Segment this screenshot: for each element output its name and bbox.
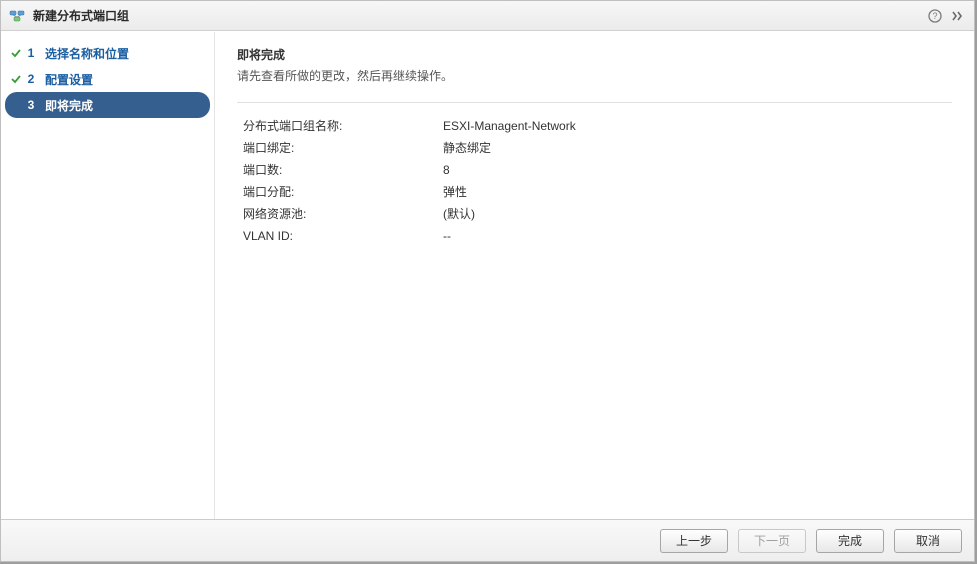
summary-row-port-binding: 端口绑定: 静态绑定 — [237, 137, 952, 159]
wizard-steps: 1 选择名称和位置 2 配置设置 3 即将完成 — [1, 32, 214, 519]
summary-key: VLAN ID: — [243, 225, 443, 247]
page-title: 即将完成 — [237, 46, 952, 63]
summary-row-vlan-id: VLAN ID: -- — [237, 225, 952, 247]
titlebar: 新建分布式端口组 ? — [1, 1, 974, 31]
finish-button[interactable]: 完成 — [816, 529, 884, 553]
summary-row-port-count: 端口数: 8 — [237, 159, 952, 181]
summary-key: 端口绑定: — [243, 137, 443, 159]
summary-row-port-group-name: 分布式端口组名称: ESXI-Managent-Network — [237, 115, 952, 137]
summary-value: -- — [443, 225, 451, 247]
summary-key: 分布式端口组名称: — [243, 115, 443, 137]
summary-panel: 即将完成 请先查看所做的更改，然后再继续操作。 分布式端口组名称: ESXI-M… — [215, 32, 974, 519]
wizard-window: 新建分布式端口组 ? 1 选择名称和位置 — [0, 0, 975, 562]
check-icon — [9, 47, 23, 59]
step-2-configure-settings[interactable]: 2 配置设置 — [1, 66, 214, 92]
summary-key: 网络资源池: — [243, 203, 443, 225]
help-button[interactable]: ? — [926, 7, 944, 25]
horizontal-divider — [237, 102, 952, 103]
step-number: 3 — [23, 98, 39, 112]
summary-value: 静态绑定 — [443, 137, 491, 159]
cancel-button[interactable]: 取消 — [894, 529, 962, 553]
svg-text:?: ? — [932, 11, 937, 21]
step-label: 即将完成 — [45, 97, 93, 114]
step-label: 选择名称和位置 — [45, 45, 129, 62]
check-icon — [9, 73, 23, 85]
step-number: 2 — [23, 72, 39, 86]
step-3-ready-to-complete: 3 即将完成 — [5, 92, 210, 118]
step-1-select-name-location[interactable]: 1 选择名称和位置 — [1, 40, 214, 66]
summary-row-network-resource-pool: 网络资源池: (默认) — [237, 203, 952, 225]
wizard-footer: 上一步 下一页 完成 取消 — [1, 519, 974, 561]
next-button: 下一页 — [738, 529, 806, 553]
window-title: 新建分布式端口组 — [33, 7, 922, 24]
summary-value: (默认) — [443, 203, 475, 225]
summary-value: ESXI-Managent-Network — [443, 115, 576, 137]
expand-right-button[interactable] — [948, 7, 966, 25]
summary-value: 8 — [443, 159, 450, 181]
summary-row-port-allocation: 端口分配: 弹性 — [237, 181, 952, 203]
summary-value: 弹性 — [443, 181, 467, 203]
summary-key: 端口分配: — [243, 181, 443, 203]
port-group-icon — [9, 8, 25, 24]
step-number: 1 — [23, 46, 39, 60]
step-label: 配置设置 — [45, 71, 93, 88]
summary-key: 端口数: — [243, 159, 443, 181]
page-subtitle: 请先查看所做的更改，然后再继续操作。 — [237, 67, 952, 84]
back-button[interactable]: 上一步 — [660, 529, 728, 553]
